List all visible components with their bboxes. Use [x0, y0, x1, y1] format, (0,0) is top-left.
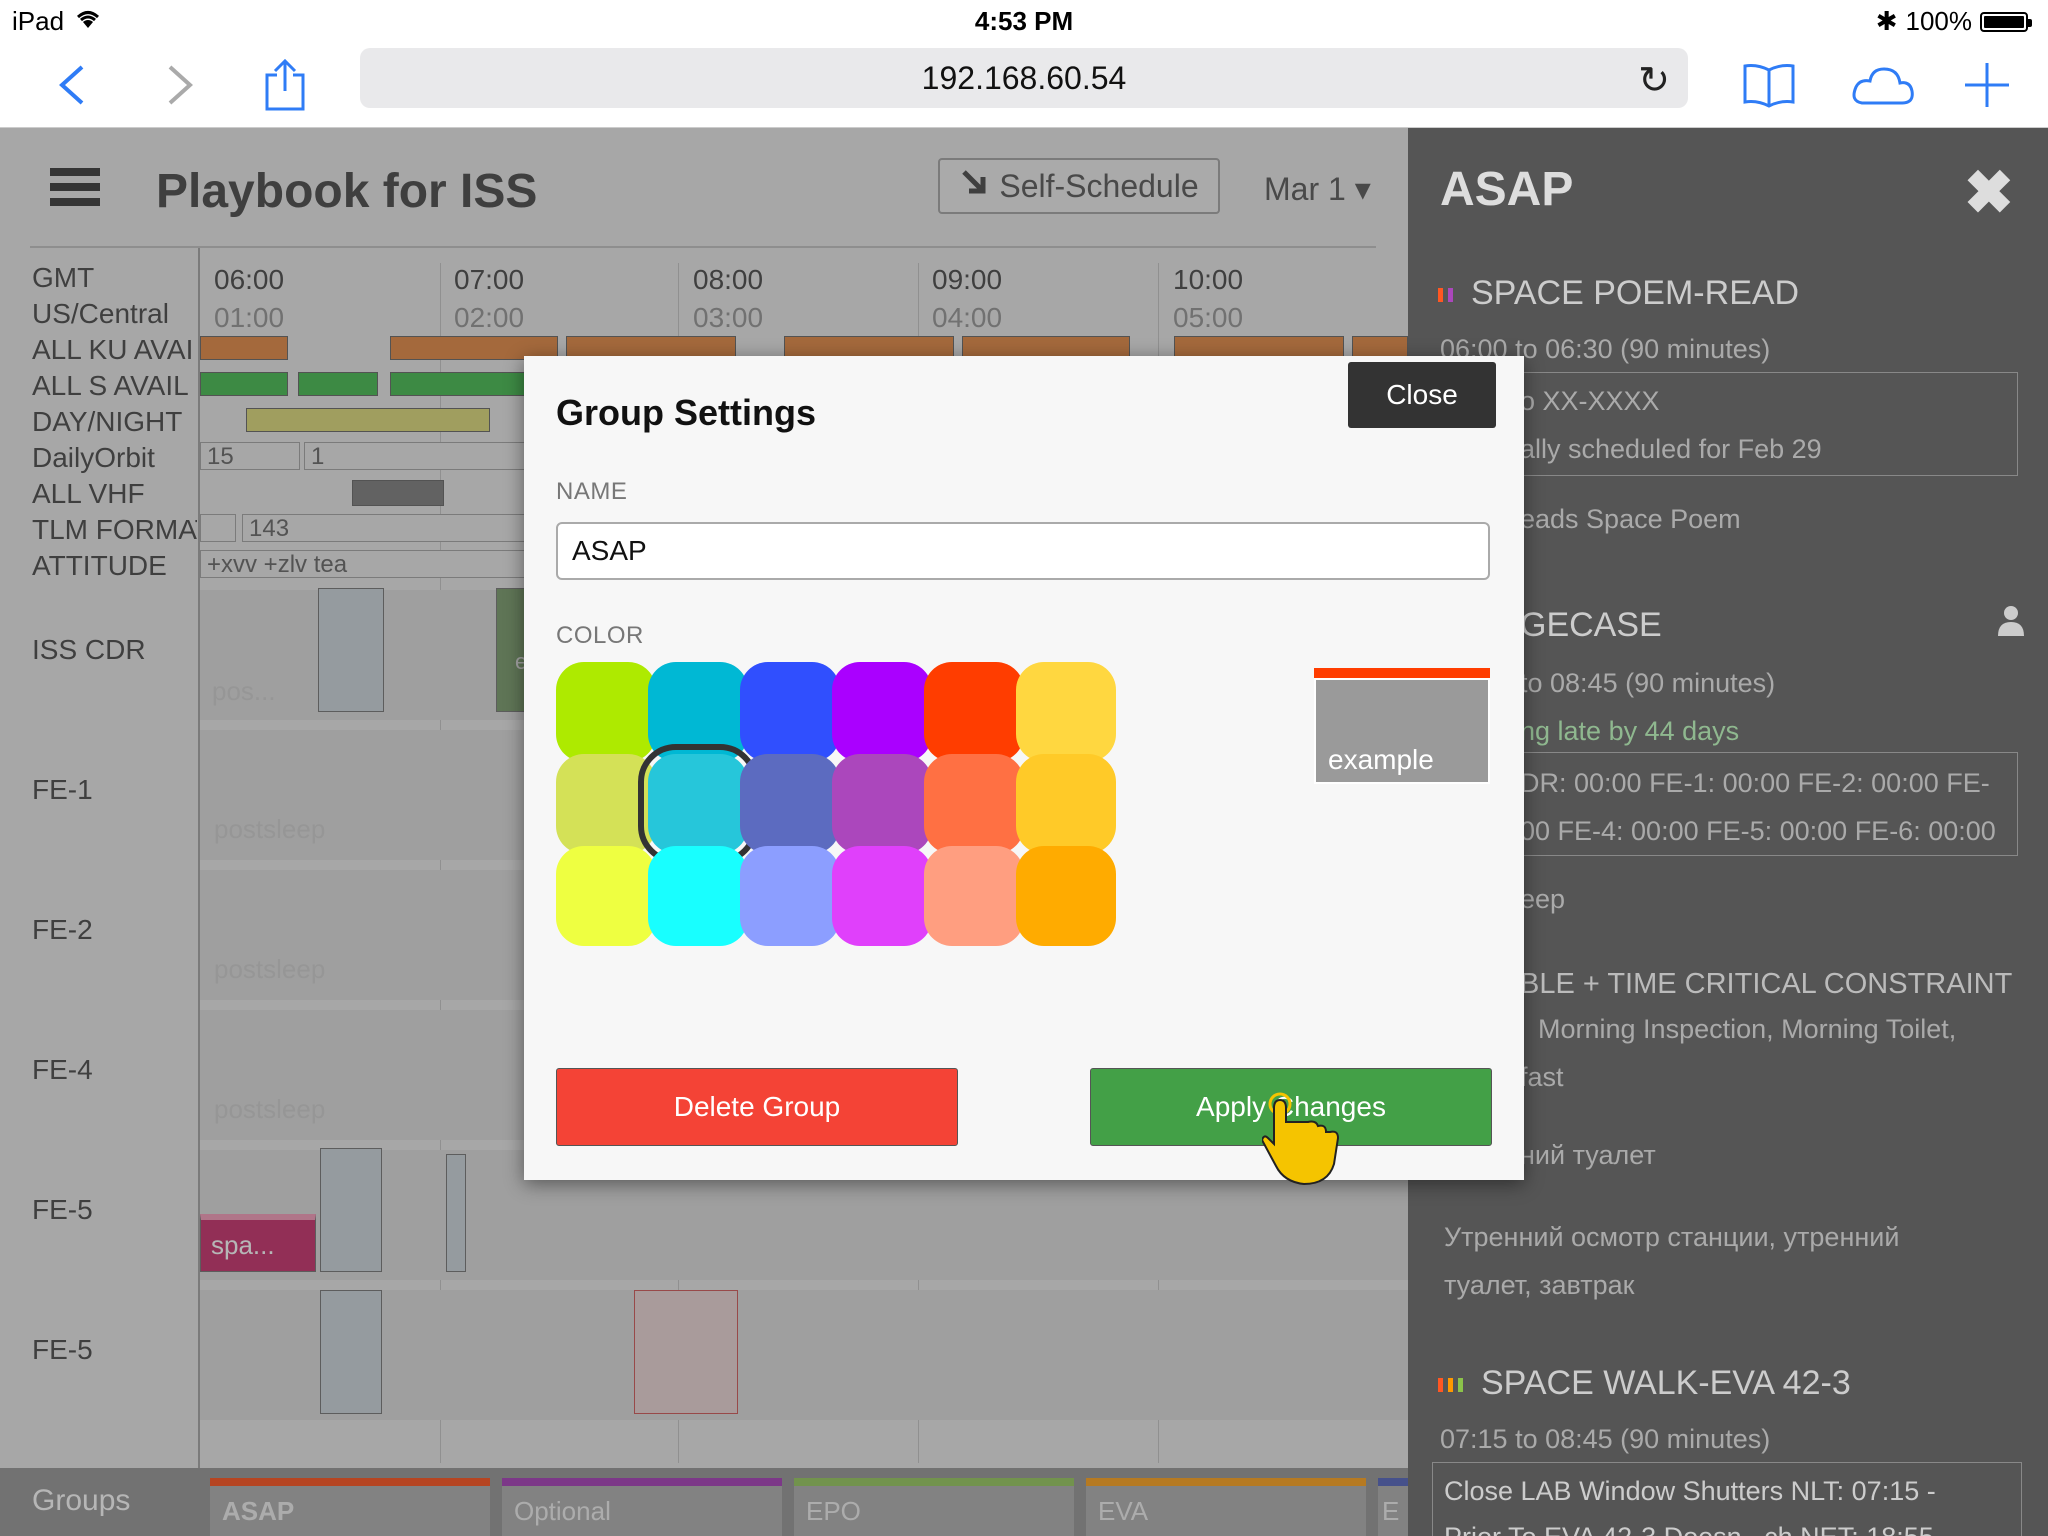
color-label: COLOR [556, 622, 644, 649]
group-dots-icon [1438, 1378, 1463, 1393]
close-button[interactable]: Close [1348, 362, 1496, 428]
share-icon[interactable] [250, 50, 320, 120]
activity-title[interactable]: SPACE WALK-EVA 42-3 [1438, 1364, 1851, 1403]
new-tab-icon[interactable] [1952, 50, 2022, 120]
bookmarks-icon[interactable] [1734, 50, 1804, 120]
color-swatch[interactable] [740, 754, 840, 854]
activity-note: ally scheduled for Feb 29 [1520, 434, 1822, 464]
activity-time: to 08:45 (90 minutes) [1520, 668, 1776, 698]
color-swatch[interactable] [832, 754, 932, 854]
activity-description: туалет, завтрак [1444, 1270, 1635, 1300]
panel-title: ASAP [1440, 163, 1574, 216]
activity-title[interactable]: SPACE POEM-READ [1438, 274, 1799, 313]
reload-icon[interactable]: ↻ [1638, 58, 1670, 103]
browser-toolbar: 192.168.60.54 ↻ [0, 40, 2048, 128]
activity-description: fast [1520, 1062, 1564, 1092]
color-swatch[interactable] [924, 754, 1024, 854]
activity-description: eads Space Poem [1520, 504, 1741, 534]
cloud-icon[interactable] [1846, 50, 1916, 120]
activity-description: Утренний осмотр станции, утренний [1444, 1222, 1900, 1252]
url-text: 192.168.60.54 [921, 59, 1127, 96]
back-icon[interactable] [36, 50, 106, 120]
activity-title-text: SPACE WALK-EVA 42-3 [1481, 1364, 1851, 1402]
color-swatch[interactable] [924, 846, 1024, 946]
activity-title[interactable]: BLE + TIME CRITICAL CONSTRAINT [1520, 968, 2012, 1001]
dialog-title: Group Settings [556, 392, 816, 433]
delete-group-button[interactable]: Delete Group [556, 1068, 958, 1146]
clock: 4:53 PM [974, 6, 1074, 36]
activity-late-note: ng late by 44 days [1520, 716, 1740, 746]
battery-percent: 100% [1905, 6, 1973, 36]
color-swatch[interactable] [1016, 662, 1116, 762]
activity-note: o XX-XXXX [1520, 386, 1660, 416]
color-swatch[interactable] [556, 846, 656, 946]
forward-icon[interactable] [146, 50, 216, 120]
color-swatch[interactable] [832, 662, 932, 762]
activity-note: DR: 00:00 FE-1: 00:00 FE-2: 00:00 FE- [1520, 768, 1990, 798]
color-swatch[interactable] [924, 662, 1024, 762]
status-right: ✱ 100% [1875, 6, 2032, 37]
activity-description: Morning Inspection, Morning Toilet, [1538, 1014, 1957, 1044]
tap-hand-icon [1260, 1092, 1346, 1188]
activity-note: 00 FE-4: 00:00 FE-5: 00:00 FE-6: 00:00 [1520, 816, 1996, 846]
color-swatch[interactable] [740, 846, 840, 946]
color-swatch[interactable] [638, 744, 758, 864]
preview-label: example [1328, 744, 1434, 775]
status-bar: iPad 4:53 PM ✱ 100% [0, 0, 2048, 40]
activity-note: Close LAB Window Shutters NLT: 07:15 - [1444, 1476, 1936, 1506]
color-swatch[interactable] [556, 662, 656, 762]
color-swatch[interactable] [832, 846, 932, 946]
battery-icon [1980, 11, 2032, 32]
color-swatch[interactable] [648, 846, 748, 946]
color-swatch[interactable] [648, 662, 748, 762]
group-settings-dialog: Group Settings Close NAME COLOR example … [524, 356, 1524, 1180]
bluetooth-icon: ✱ [1875, 6, 1898, 36]
activity-description: eep [1520, 884, 1566, 914]
name-label: NAME [556, 478, 628, 505]
color-swatch[interactable] [1016, 846, 1116, 946]
url-bar[interactable]: 192.168.60.54 ↻ [360, 48, 1688, 108]
group-name-input[interactable] [556, 522, 1490, 580]
person-icon [1996, 604, 2026, 644]
color-swatch[interactable] [740, 662, 840, 762]
group-dots-icon [1438, 288, 1453, 303]
activity-time: 07:15 to 08:45 (90 minutes) [1440, 1424, 1771, 1454]
activity-title-text: SPACE POEM-READ [1471, 274, 1800, 312]
activity-note: Prior To EVA 42-3 Doesn...ch NET: 18:55 [1444, 1522, 1934, 1536]
color-swatch[interactable] [1016, 754, 1116, 854]
color-preview: example [1314, 668, 1490, 784]
activity-description: ний туалет [1520, 1140, 1656, 1170]
activity-title[interactable]: GECASE [1520, 606, 1662, 645]
color-swatch[interactable] [556, 754, 656, 854]
close-icon[interactable]: ✖ [1964, 158, 2014, 228]
